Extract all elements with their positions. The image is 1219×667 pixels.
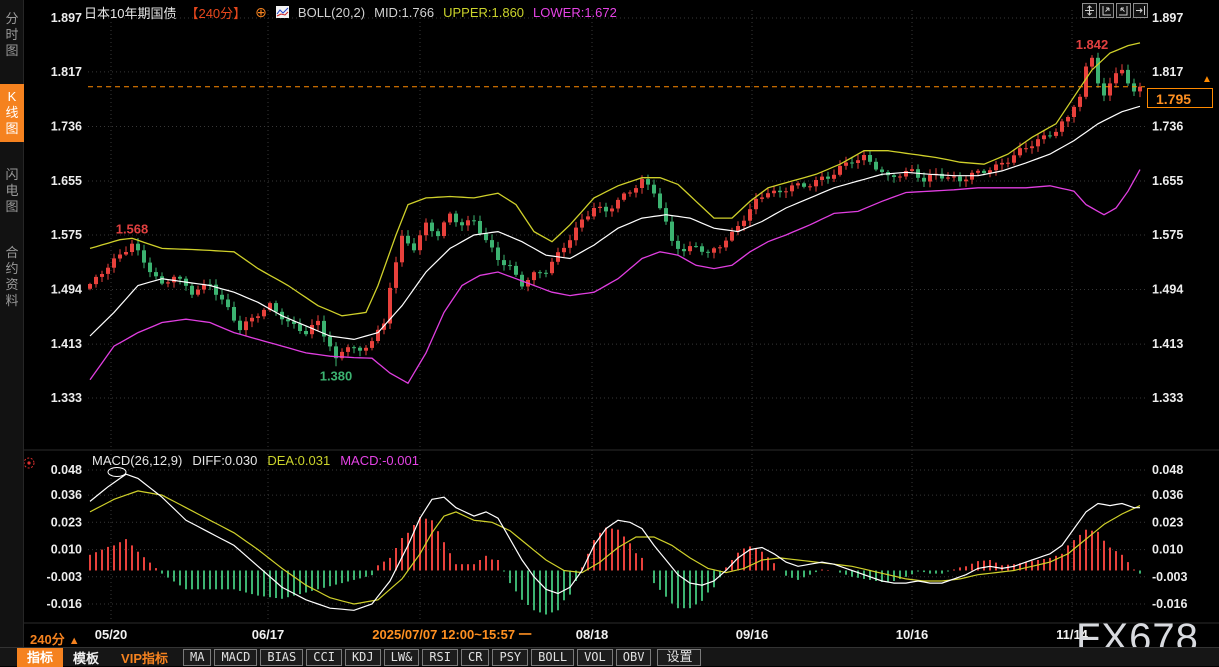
y-tick-label: 1.413 [51,337,82,351]
x-axis-date-label: 08/18 [576,626,609,644]
macd-params-label: MACD(26,12,9) [92,453,182,468]
y-tick-label: 0.048 [1152,463,1183,477]
y-tick-label: 0.010 [51,543,82,557]
y-tick-label: -0.016 [47,597,82,611]
toolbar-button-templates[interactable]: 模板 [63,648,109,667]
toolbar-button-obv[interactable]: OBV [616,649,652,666]
toolbar-button-vol[interactable]: VOL [577,649,613,666]
boll-mid-value: MID:1.766 [374,5,434,20]
y-tick-label: -0.016 [1152,597,1187,611]
y-tick-label: 1.736 [1152,119,1183,133]
bollinger-band-line [90,170,1140,384]
last-price-tag: 1.795 [1147,88,1213,108]
boll-lower-value: LOWER:1.672 [533,5,617,20]
y-tick-label: 1.736 [51,119,82,133]
macd-cross-marker [108,468,126,477]
y-tick-label: 0.036 [51,488,82,502]
sidebar-tab-candle-chart[interactable]: K线图 [0,84,24,142]
toolbar-button-lw[interactable]: LW& [384,649,420,666]
zoom-x-axis-icon[interactable] [1116,3,1131,18]
price-annotation: 1.842 [1076,37,1109,52]
toolbar-button-macd[interactable]: MACD [214,649,257,666]
bollinger-band-line [90,43,1140,316]
toolbar-button-bias[interactable]: BIAS [260,649,303,666]
toolbar-button-cci[interactable]: CCI [306,649,342,666]
window-controls [1082,3,1148,18]
y-tick-label: 1.817 [1152,65,1183,79]
candles [88,53,1142,367]
toolbar-button-settings[interactable]: 设置 [657,649,701,666]
toolbar-button-boll[interactable]: BOLL [531,649,574,666]
macd-hist-value: MACD:-0.001 [340,453,419,468]
toolbar-button-psy[interactable]: PSY [492,649,528,666]
macd-diff-value: DIFF:0.030 [192,453,257,468]
y-tick-label: 1.494 [1152,283,1183,297]
y-tick-label: 1.333 [1152,391,1183,405]
indicator-toolbar: 指标模板VIP指标MAMACDBIASCCIKDJLW&RSICRPSYBOLL… [0,647,1219,666]
sidebar-tab-time-chart[interactable]: 分时图 [0,6,24,64]
price-annotation: 1.568 [116,222,149,237]
macd-pane [90,468,1140,615]
y-tick-label: 1.817 [51,65,82,79]
selected-candle-readout: 2025/07/07 12:00~15:57 一 [366,626,537,644]
y-tick-label: 0.023 [51,515,82,529]
trading-app: { "app": {"watermark": "FX678"}, "sideba… [0,0,1219,666]
period-badge[interactable]: 【240分】 [185,3,246,22]
macd-dea-value: DEA:0.031 [267,453,330,468]
macd-header: MACD(26,12,9) DIFF:0.030 DEA:0.031 MACD:… [92,453,419,468]
y-tick-label: 1.575 [1152,228,1183,242]
period-selector-label: 240分 [30,632,65,647]
x-axis-date-label: 10/16 [896,626,929,644]
period-up-arrow-icon: ▲ [69,635,80,647]
bollinger-band-line [90,106,1140,339]
y-tick-label: 0.023 [1152,515,1183,529]
y-tick-label: 0.048 [51,463,82,477]
y-tick-label: 1.333 [51,391,82,405]
y-tick-label: -0.003 [47,570,82,584]
price-annotation: 1.380 [320,368,353,383]
gridlines [24,10,1219,623]
toolbar-button-indicators[interactable]: 指标 [17,648,63,667]
toolbar-button-vip-indicators[interactable]: VIP指标 [109,648,180,667]
add-indicator-icon[interactable]: ⊕ [255,6,267,19]
period-selector[interactable]: 240分 ▲ [30,629,80,648]
y-tick-label: 1.494 [51,283,82,297]
price-chart-canvas[interactable]: 1.897 1.897 1.817 1.817 1.736 1.736 1.655 1.655… [0,0,1219,666]
y-tick-label: 1.655 [51,174,82,188]
shift-right-icon[interactable] [1133,3,1148,18]
instrument-title: 日本10年期国债 [84,3,176,22]
macd-settings-icon[interactable] [22,456,36,470]
mini-chart-icon [276,6,289,18]
toolbar-button-rsi[interactable]: RSI [422,649,458,666]
price-up-arrow-icon: ▲ [1202,74,1212,85]
y-tick-label: 1.897 [51,11,82,25]
boll-upper-value: UPPER:1.860 [443,5,524,20]
pan-chart-icon[interactable] [1082,3,1097,18]
toolbar-button-cr[interactable]: CR [461,649,489,666]
y-tick-label: 0.036 [1152,488,1183,502]
y-tick-label: 1.655 [1152,174,1183,188]
toolbar-button-kdj[interactable]: KDJ [345,649,381,666]
x-axis-date-label: 09/16 [736,626,769,644]
toolbar-button-ma[interactable]: MA [183,649,211,666]
y-tick-label: 1.575 [51,228,82,242]
zoom-y-axis-icon[interactable] [1099,3,1114,18]
chart-type-sidebar: 分时图 K线图闪电图合约资料 [0,0,24,666]
chart-header: 日本10年期国债 【240分】 ⊕ BOLL(20,2) MID:1.766 U… [84,3,617,21]
y-tick-label: 0.010 [1152,543,1183,557]
sidebar-tab-contract-info[interactable]: 合约资料 [0,240,24,314]
y-tick-label: 1.413 [1152,337,1183,351]
y-tick-label: -0.003 [1152,570,1187,584]
x-axis-date-label: 05/20 [95,626,128,644]
boll-indicator-label: BOLL(20,2) [298,5,365,20]
x-axis-date-label: 06/17 [252,626,285,644]
y-tick-label: 1.897 [1152,11,1183,25]
sidebar-tab-flash-chart[interactable]: 闪电图 [0,162,24,220]
date-axis: 05/20 06/17 2025/07/07 12:00~15:57 一 08/18 0… [0,626,1219,645]
